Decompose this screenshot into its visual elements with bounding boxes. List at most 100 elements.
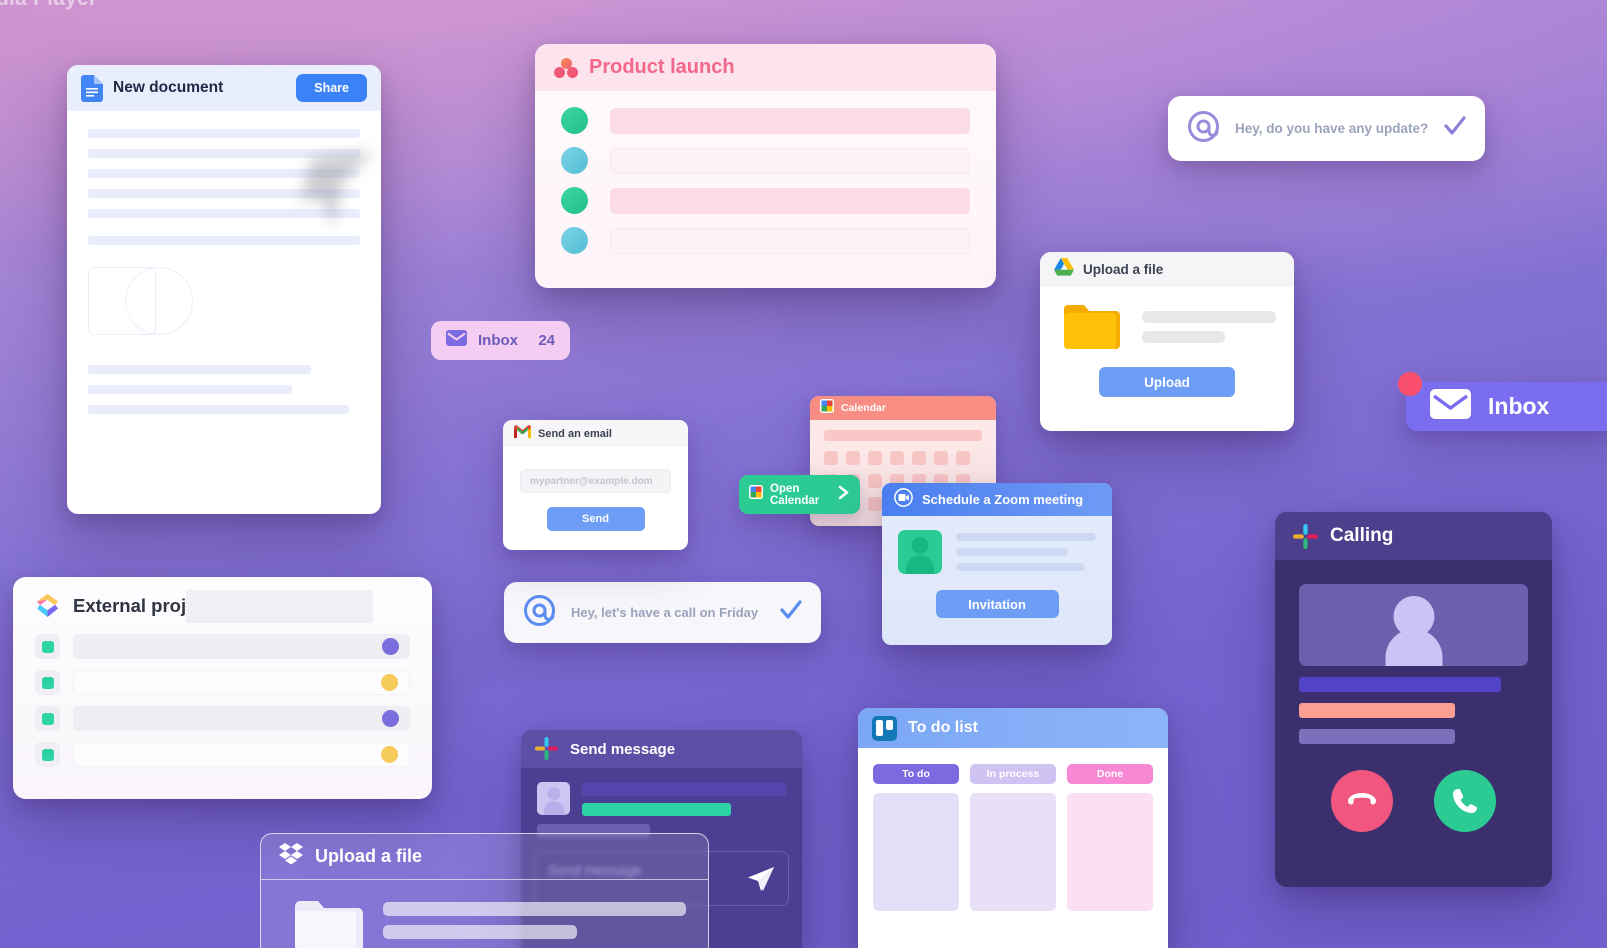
check-icon[interactable] xyxy=(779,600,803,625)
column-well[interactable] xyxy=(873,793,959,911)
task-status-dot[interactable] xyxy=(561,187,588,214)
new-document-card[interactable]: New document Share xyxy=(67,65,381,514)
paper-plane-icon[interactable] xyxy=(746,864,776,897)
row-bar xyxy=(73,670,410,695)
message-bars xyxy=(582,782,786,816)
dropbox-icon xyxy=(279,843,303,870)
inbox-label: Inbox xyxy=(478,332,518,349)
doc-line xyxy=(88,405,350,414)
doc-line xyxy=(88,385,292,394)
message-bubble-update[interactable]: Hey, do you have any update? xyxy=(1168,96,1485,161)
email-recipient-input[interactable]: mypartner@example.dom xyxy=(520,469,671,493)
task-bar xyxy=(610,227,970,254)
clickup-icon xyxy=(35,593,60,618)
column-label-done[interactable]: Done xyxy=(1067,764,1153,784)
phone-icon[interactable] xyxy=(1434,770,1496,832)
todo-list-card[interactable]: To do list To do In process Done xyxy=(858,708,1168,948)
external-project-card[interactable]: External project xyxy=(13,577,432,799)
caller-video xyxy=(1299,584,1528,666)
message-bubble-call[interactable]: Hey, let's have a call on Friday xyxy=(504,582,821,643)
doc-line xyxy=(88,129,360,138)
task-status-dot[interactable] xyxy=(561,107,588,134)
task-row[interactable] xyxy=(561,147,970,174)
new-document-title: New document xyxy=(113,79,224,96)
video-camera-icon xyxy=(894,487,913,512)
todo-column[interactable]: To do xyxy=(873,764,959,911)
calling-title: Calling xyxy=(1330,525,1394,546)
zoom-title: Schedule a Zoom meeting xyxy=(922,492,1084,507)
row-checkbox[interactable] xyxy=(35,706,60,731)
zoom-body xyxy=(882,516,1112,574)
gdrive-upload-card[interactable]: Upload a file Upload xyxy=(1040,252,1294,431)
project-row[interactable] xyxy=(35,742,410,767)
calendar-title: Calendar xyxy=(841,402,886,414)
dropbox-upload-card[interactable]: Upload a file xyxy=(260,833,709,948)
task-row[interactable] xyxy=(561,187,970,214)
gmail-header: Send an email xyxy=(503,420,688,447)
slack-message-header: Send message xyxy=(521,730,802,768)
gmail-title: Send an email xyxy=(538,427,612,440)
row-checkbox[interactable] xyxy=(35,742,60,767)
caller-bar xyxy=(1299,703,1455,718)
at-mention-icon xyxy=(1186,109,1221,149)
gdrive-body xyxy=(1040,287,1294,353)
zoom-header: Schedule a Zoom meeting xyxy=(882,483,1112,516)
external-project-header: External project xyxy=(13,577,432,634)
todo-column[interactable]: In process xyxy=(970,764,1056,911)
new-document-body xyxy=(67,111,381,443)
todo-columns: To do In process Done xyxy=(858,748,1168,911)
folder-icon xyxy=(1064,305,1120,349)
trello-icon xyxy=(872,715,897,741)
row-checkbox[interactable] xyxy=(35,670,60,695)
new-document-header: New document Share xyxy=(67,65,381,111)
product-launch-card[interactable]: Product launch xyxy=(535,44,996,288)
doc-line xyxy=(88,209,360,218)
task-status-dot[interactable] xyxy=(561,147,588,174)
inbox-pill-small[interactable]: Inbox 24 xyxy=(431,321,570,360)
gmail-send-email-card[interactable]: Send an email mypartner@example.dom Send xyxy=(503,420,688,550)
task-bar xyxy=(610,147,970,174)
check-icon[interactable] xyxy=(1443,116,1467,141)
gdrive-file-lines xyxy=(1142,311,1276,343)
doc-line xyxy=(88,149,360,158)
caller-bar xyxy=(1299,729,1455,744)
open-calendar-button[interactable]: Open Calendar xyxy=(739,475,860,514)
google-calendar-icon xyxy=(749,485,763,504)
row-checkbox[interactable] xyxy=(35,634,60,659)
external-project-rows xyxy=(13,634,432,767)
doc-line xyxy=(88,236,360,245)
bubble-text: Hey, let's have a call on Friday xyxy=(571,605,759,620)
project-row[interactable] xyxy=(35,634,410,659)
zoom-meeting-card[interactable]: Schedule a Zoom meeting Invitation xyxy=(882,483,1112,645)
phone-hangup-icon[interactable] xyxy=(1331,770,1393,832)
row-bar xyxy=(73,634,410,659)
share-button[interactable]: Share xyxy=(296,74,367,102)
project-row[interactable] xyxy=(35,670,410,695)
dropbox-title: Upload a file xyxy=(315,846,423,866)
todo-column[interactable]: Done xyxy=(1067,764,1153,911)
send-email-button[interactable]: Send xyxy=(546,507,645,531)
asana-icon xyxy=(554,57,578,78)
task-row[interactable] xyxy=(561,227,970,254)
slack-icon xyxy=(535,736,560,762)
doc-shape-graphic xyxy=(88,267,193,335)
task-status-dot[interactable] xyxy=(561,227,588,254)
caller-bar xyxy=(1299,677,1501,692)
dropbox-header: Upload a file xyxy=(261,834,708,880)
todo-title: To do list xyxy=(908,719,978,736)
inbox-pill-large[interactable]: Inbox xyxy=(1398,372,1607,431)
task-row[interactable] xyxy=(561,107,970,134)
column-label-todo[interactable]: To do xyxy=(873,764,959,784)
column-well[interactable] xyxy=(1067,793,1153,911)
inbox-label: Inbox xyxy=(1488,393,1550,419)
upload-button[interactable]: Upload xyxy=(1099,367,1235,397)
slack-calling-card[interactable]: Calling xyxy=(1275,512,1552,887)
todo-header: To do list xyxy=(858,708,1168,748)
google-docs-icon xyxy=(81,74,103,102)
invitation-button[interactable]: Invitation xyxy=(935,590,1059,618)
slack-message-body xyxy=(521,768,802,837)
project-row[interactable] xyxy=(35,706,410,731)
gmail-icon xyxy=(514,424,531,443)
column-label-in-process[interactable]: In process xyxy=(970,764,1056,784)
column-well[interactable] xyxy=(970,793,1056,911)
